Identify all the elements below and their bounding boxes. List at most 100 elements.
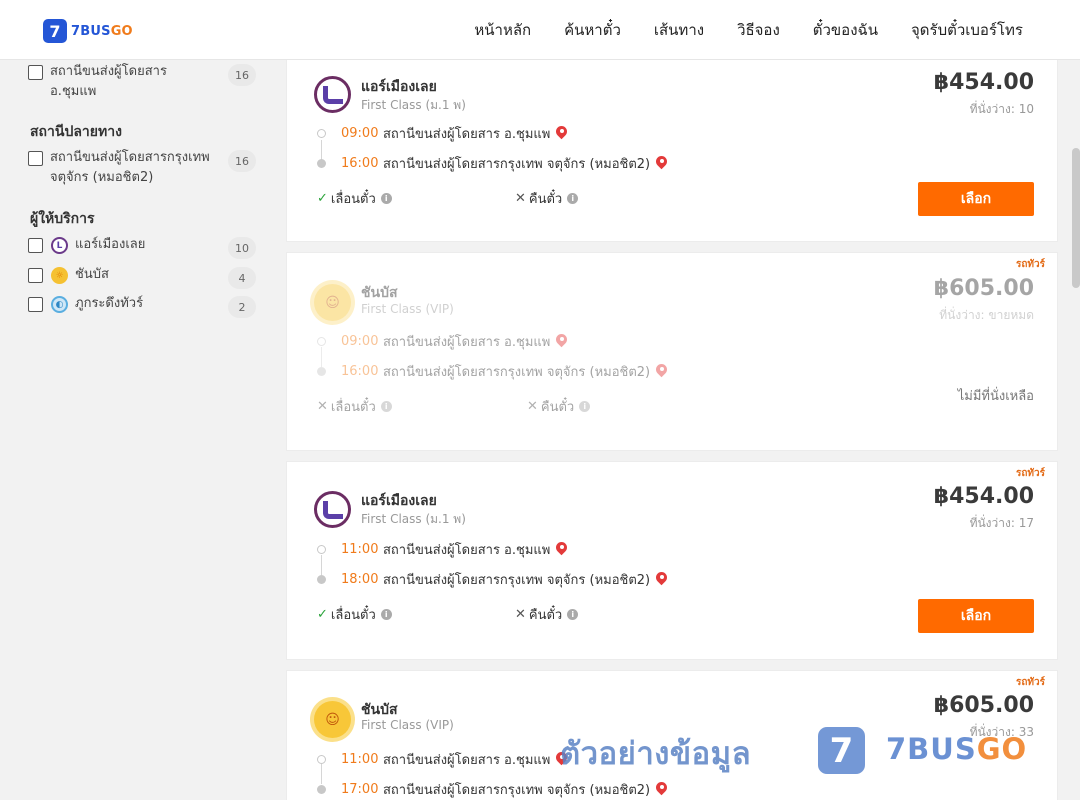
arrival-row: 16:00 สถานีขนส่งผู้โดยสารกรุงเทพ จตุจักร… xyxy=(317,153,957,173)
operator-name: แอร์เมืองเลย xyxy=(361,493,437,509)
air-mueang-loei-logo-icon xyxy=(314,76,351,113)
watermark-logo-icon: 7 xyxy=(818,727,865,774)
operator-filter-title: ผู้ให้บริการ xyxy=(30,211,95,227)
arrival-station: สถานีขนส่งผู้โดยสารกรุงเทพ จตุจักร (หมอช… xyxy=(383,572,651,588)
site-logo[interactable]: 7 7BUSGO xyxy=(43,19,133,43)
filter-operator-label: ชันบัส xyxy=(75,267,109,282)
filter-count-badge: 16 xyxy=(228,64,256,86)
refund-label: คืนตั๋ว xyxy=(540,400,575,415)
filter-origin-item[interactable]: สถานีขนส่งผู้โดยสาร อ.ชุมแพ 16 xyxy=(28,62,256,102)
info-icon[interactable]: i xyxy=(380,193,392,204)
departure-station: สถานีขนส่งผู้โดยสาร อ.ชุมแพ xyxy=(383,752,551,768)
arrival-row: 16:00 สถานีขนส่งผู้โดยสารกรุงเทพ จตุจักร… xyxy=(317,361,957,381)
trip-price: ฿605.00 xyxy=(933,276,1034,301)
arrival-row: 17:00 สถานีขนส่งผู้โดยสารกรุงเทพ จตุจักร… xyxy=(317,779,957,799)
reschedule-label: เลื่อนตั๋ว xyxy=(330,192,376,207)
arrival-time: 18:00 xyxy=(341,571,379,587)
trip-card: แอร์เมืองเลย First Class (ม.1 พ) ฿454.00… xyxy=(286,55,1058,242)
air-mueang-loei-logo-icon xyxy=(314,491,351,528)
nav-ticket-pickup-phone[interactable]: จุดรับตั๋วเบอร์โทร xyxy=(911,18,1023,42)
departure-dot-icon xyxy=(317,544,326,554)
no-seats-left-text: ไม่มีที่นั่งเหลือ xyxy=(957,389,1034,404)
checkbox[interactable] xyxy=(28,151,43,166)
info-icon[interactable]: i xyxy=(579,401,591,412)
info-icon[interactable]: i xyxy=(567,609,579,620)
departure-time: 11:00 xyxy=(341,751,379,767)
bus-class: First Class (ม.1 พ) xyxy=(361,98,466,112)
arrival-station: สถานีขนส่งผู้โดยสารกรุงเทพ จตุจักร (หมอช… xyxy=(383,156,651,172)
select-trip-button[interactable]: เลือก xyxy=(918,599,1034,633)
filter-operator-phukradueng[interactable]: ◐ ภูกระดึงทัวร์ 2 xyxy=(28,294,256,318)
cross-icon: ✕ xyxy=(515,607,526,622)
filter-destination-item[interactable]: สถานีขนส่งผู้โดยสารกรุงเทพ จตุจักร (หมอช… xyxy=(28,148,256,188)
departure-row: 09:00 สถานีขนส่งผู้โดยสาร อ.ชุมแพ xyxy=(317,123,957,143)
checkbox[interactable] xyxy=(28,238,43,253)
page-scrollbar[interactable] xyxy=(1072,148,1080,288)
filter-count-badge: 16 xyxy=(228,150,256,172)
filter-count-badge: 10 xyxy=(228,237,256,259)
filter-count-badge: 4 xyxy=(228,267,256,289)
bus-class: First Class (VIP) xyxy=(361,302,454,316)
nav-search-ticket[interactable]: ค้นหาตั๋ว xyxy=(564,18,621,42)
nav-routes[interactable]: เส้นทาง xyxy=(654,18,704,42)
departure-station: สถานีขนส่งผู้โดยสาร อ.ชุมแพ xyxy=(383,126,551,142)
departure-dot-icon xyxy=(317,336,326,346)
bus-class: First Class (ม.1 พ) xyxy=(361,512,466,526)
top-header: 7 7BUSGO หน้าหลัก ค้นหาตั๋ว เส้นทาง วิธี… xyxy=(0,0,1080,60)
chanbus-sun-logo-icon: ☺ xyxy=(314,284,351,321)
map-pin-icon[interactable] xyxy=(556,334,567,348)
cross-icon: ✕ xyxy=(515,191,526,206)
bus-type-ribbon: รถทัวร์ xyxy=(1015,677,1045,688)
filter-operator-air-mueang-loei[interactable]: L แอร์เมืองเลย 10 xyxy=(28,235,256,259)
air-mueang-loei-logo-icon: L xyxy=(51,237,68,254)
departure-dot-icon xyxy=(317,128,326,138)
info-icon[interactable]: i xyxy=(567,193,579,204)
map-pin-icon[interactable] xyxy=(656,782,667,796)
reschedule-label: เลื่อนตั๋ว xyxy=(330,608,376,623)
map-pin-icon[interactable] xyxy=(656,156,667,170)
bus-type-ribbon: รถทัวร์ xyxy=(1015,468,1045,479)
logo-badge-icon: 7 xyxy=(43,19,67,43)
arrival-dot-icon xyxy=(317,784,326,794)
refund-policy: ✕ คืนตั๋ว i xyxy=(515,604,579,625)
info-icon[interactable]: i xyxy=(380,401,392,412)
arrival-time: 17:00 xyxy=(341,781,379,797)
map-pin-icon[interactable] xyxy=(556,542,567,556)
seats-available: ที่นั่งว่าง: 10 xyxy=(969,102,1034,116)
checkbox[interactable] xyxy=(28,297,43,312)
sample-data-watermark: ตัวอย่างข้อมูล xyxy=(560,736,752,772)
arrival-time: 16:00 xyxy=(341,155,379,171)
departure-dot-icon xyxy=(317,754,326,764)
map-pin-icon[interactable] xyxy=(656,364,667,378)
chanbus-sun-logo-icon: ☺ xyxy=(314,701,351,738)
chanbus-sun-logo-icon: ☼ xyxy=(51,267,68,284)
reschedule-policy: ✓ เลื่อนตั๋ว i xyxy=(317,604,392,625)
select-trip-button[interactable]: เลือก xyxy=(918,182,1034,216)
reschedule-policy: ✓ เลื่อนตั๋ว i xyxy=(317,188,392,209)
arrival-station: สถานีขนส่งผู้โดยสารกรุงเทพ จตุจักร (หมอช… xyxy=(383,782,651,798)
nav-my-tickets[interactable]: ตั๋วของฉัน xyxy=(813,18,878,42)
bus-type-ribbon: รถทัวร์ xyxy=(1015,259,1045,270)
trip-card: รถทัวร์ แอร์เมืองเลย First Class (ม.1 พ)… xyxy=(286,461,1058,660)
filter-operator-label: ภูกระดึงทัวร์ xyxy=(75,296,144,311)
map-pin-icon[interactable] xyxy=(656,572,667,586)
departure-station: สถานีขนส่งผู้โดยสาร อ.ชุมแพ xyxy=(383,334,551,350)
filter-operator-label: แอร์เมืองเลย xyxy=(75,237,146,252)
watermark-brand: 7BUSGO xyxy=(886,732,1028,766)
filter-operator-chanbus[interactable]: ☼ ชันบัส 4 xyxy=(28,265,256,289)
departure-row: 11:00 สถานีขนส่งผู้โดยสาร อ.ชุมแพ xyxy=(317,539,957,559)
filter-count-badge: 2 xyxy=(228,296,256,318)
refund-policy: ✕ คืนตั๋ว i xyxy=(515,188,579,209)
nav-home[interactable]: หน้าหลัก xyxy=(474,18,531,42)
filter-sidebar: สถานีขนส่งผู้โดยสาร อ.ชุมแพ 16 สถานีปลาย… xyxy=(0,60,270,800)
nav-how-to-book[interactable]: วิธีจอง xyxy=(737,18,780,42)
refund-label: คืนตั๋ว xyxy=(528,608,563,623)
trip-price: ฿454.00 xyxy=(933,484,1034,509)
checkbox[interactable] xyxy=(28,65,43,80)
info-icon[interactable]: i xyxy=(380,609,392,620)
map-pin-icon[interactable] xyxy=(556,126,567,140)
phukradueng-tour-logo-icon: ◐ xyxy=(51,296,68,313)
filter-destination-label: สถานีขนส่งผู้โดยสารกรุงเทพ จตุจักร (หมอช… xyxy=(50,150,210,185)
checkbox[interactable] xyxy=(28,268,43,283)
reschedule-policy: ✕ เลื่อนตั๋ว i xyxy=(317,396,392,417)
